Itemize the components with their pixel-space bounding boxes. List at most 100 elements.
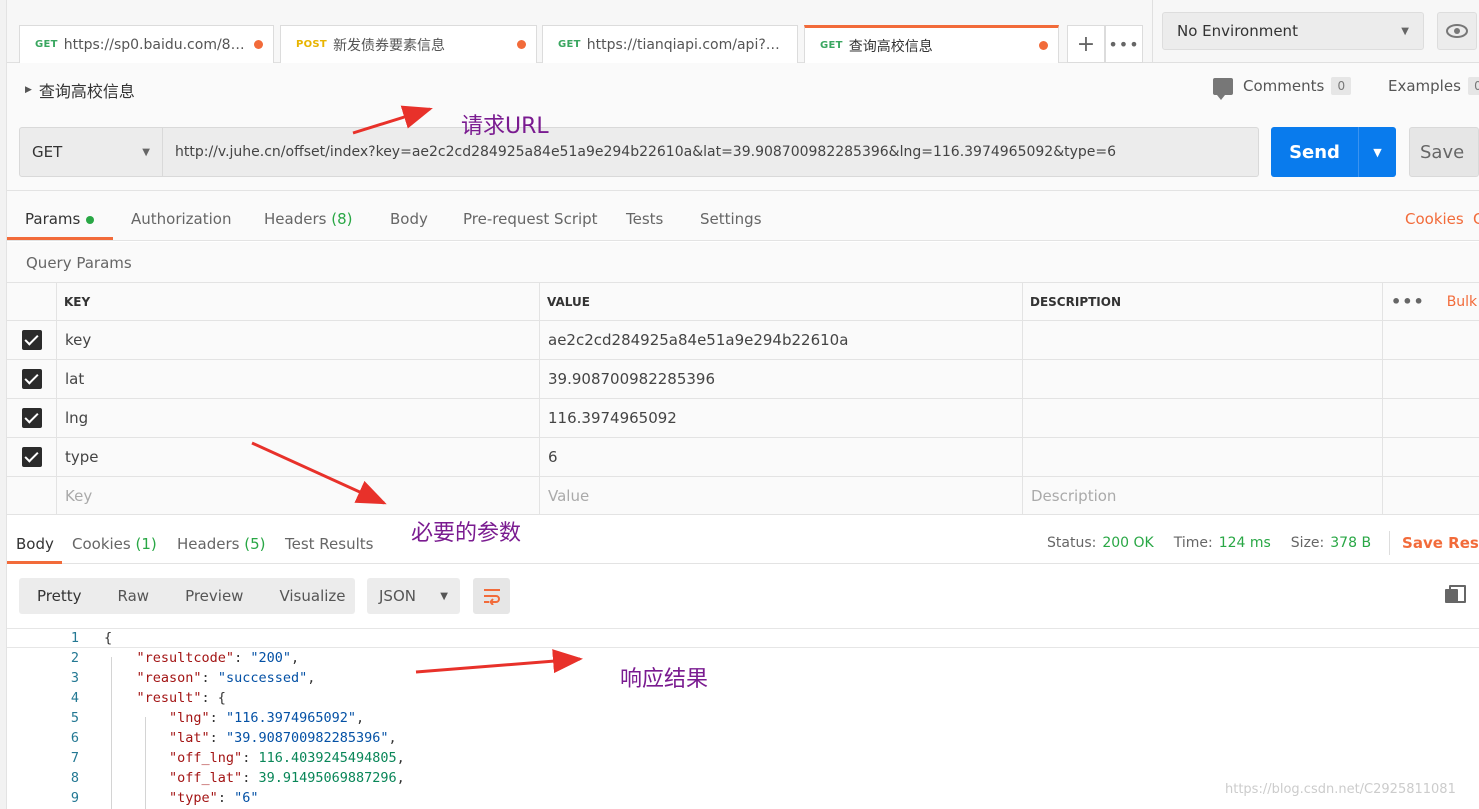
- code-line: 7 "off_lng": 116.4039245494805,: [7, 748, 1479, 768]
- param-description-cell[interactable]: [1022, 360, 1382, 398]
- param-value-cell[interactable]: 6: [539, 438, 1022, 476]
- status-label: Status:: [1047, 535, 1097, 551]
- format-pretty[interactable]: Pretty: [19, 587, 100, 605]
- params-header-actions: ••• Bulk E: [1382, 283, 1479, 320]
- line-number: 7: [70, 750, 79, 766]
- response-headers-label: Headers: [177, 535, 240, 553]
- save-button[interactable]: Save: [1409, 127, 1479, 177]
- param-value-cell[interactable]: 116.3974965092: [539, 399, 1022, 437]
- response-tab-headers[interactable]: Headers (5): [177, 535, 265, 553]
- new-description-input[interactable]: Description: [1022, 477, 1382, 515]
- param-checkbox[interactable]: [7, 321, 56, 359]
- code-text: "type": "6": [169, 790, 259, 806]
- unsaved-dot-icon: [1039, 41, 1048, 50]
- chevron-down-icon: ▼: [1401, 25, 1409, 37]
- code-line: 6 "lat": "39.908700982285396",: [7, 728, 1479, 748]
- param-extra-cell: [1382, 360, 1479, 398]
- new-value-input[interactable]: Value: [539, 477, 1022, 515]
- column-header-value: VALUE: [539, 283, 1022, 320]
- code-line: 5 "lng": "116.3974965092",: [7, 708, 1479, 728]
- language-select[interactable]: JSON ▼: [367, 578, 460, 614]
- tab-headers-label: Headers: [264, 210, 327, 228]
- tab-tests[interactable]: Tests: [626, 210, 663, 228]
- cookies-link[interactable]: Cookies: [1405, 210, 1464, 228]
- request-tab[interactable]: GET https://sp0.baidu.com/8aQD...: [19, 25, 274, 63]
- more-options-icon[interactable]: •••: [1391, 292, 1425, 311]
- param-key-cell[interactable]: lng: [56, 399, 539, 437]
- comments-button[interactable]: Comments 0: [1213, 77, 1352, 100]
- tab-prerequest-script[interactable]: Pre-request Script: [463, 210, 598, 228]
- tab-label: https://tianqiapi.com/api?ve...: [586, 36, 787, 53]
- chevron-down-icon: ▼: [440, 590, 448, 602]
- response-tab-cookies[interactable]: Cookies (1): [72, 535, 157, 553]
- request-name[interactable]: ▶ 查询高校信息: [25, 78, 135, 102]
- new-key-input[interactable]: Key: [56, 477, 539, 515]
- table-row: lat 39.908700982285396: [7, 360, 1479, 399]
- left-sidebar-edge: [0, 0, 7, 809]
- code-line: 1 {: [7, 628, 1479, 648]
- response-headers-count: (5): [244, 535, 266, 553]
- param-value-cell[interactable]: 39.908700982285396: [539, 360, 1022, 398]
- param-value-cell[interactable]: ae2c2cd284925a84e51a9e294b22610a: [539, 321, 1022, 359]
- environment-quick-look-eye-icon[interactable]: [1437, 12, 1477, 50]
- tab-params[interactable]: Params: [25, 210, 95, 228]
- environment-select[interactable]: No Environment ▼: [1162, 12, 1424, 50]
- request-tab[interactable]: POST 新发债券要素信息: [280, 25, 537, 63]
- size-label: Size:: [1290, 535, 1325, 551]
- code-link[interactable]: C: [1473, 210, 1479, 228]
- http-method-select[interactable]: GET ▼: [19, 127, 163, 177]
- param-key-cell[interactable]: lat: [56, 360, 539, 398]
- code-text: "off_lat": 39.91495069887296,: [169, 770, 405, 786]
- status-value: 200 OK: [1102, 535, 1154, 551]
- format-preview[interactable]: Preview: [167, 587, 261, 605]
- caret-right-icon: ▶: [25, 85, 32, 95]
- request-tab[interactable]: GET https://tianqiapi.com/api?ve...: [542, 25, 798, 63]
- param-checkbox[interactable]: [7, 399, 56, 437]
- param-description-cell[interactable]: [1022, 438, 1382, 476]
- watermark: https://blog.csdn.net/C2925811081: [1225, 782, 1456, 797]
- code-text: "resultcode": "200",: [136, 650, 300, 666]
- request-tab-active[interactable]: GET 查询高校信息: [804, 25, 1059, 63]
- param-description-cell[interactable]: [1022, 321, 1382, 359]
- param-checkbox[interactable]: [7, 360, 56, 398]
- bulk-edit-link[interactable]: Bulk E: [1447, 294, 1479, 310]
- format-raw[interactable]: Raw: [100, 587, 168, 605]
- time-label: Time:: [1173, 535, 1213, 551]
- new-tab-plus-icon[interactable]: +: [1067, 25, 1105, 63]
- wrap-lines-icon[interactable]: [473, 578, 510, 614]
- response-tab-test-results[interactable]: Test Results: [285, 535, 373, 553]
- column-header-key: KEY: [56, 283, 539, 320]
- url-input[interactable]: http://v.juhe.cn/offset/index?key=ae2c2c…: [163, 127, 1259, 177]
- http-method-value: GET: [32, 143, 63, 161]
- param-extra-cell: [1382, 438, 1479, 476]
- tab-headers[interactable]: Headers (8): [264, 210, 352, 228]
- tab-authorization[interactable]: Authorization: [131, 210, 231, 228]
- copy-icon[interactable]: [1445, 585, 1466, 603]
- tab-label: 查询高校信息: [848, 38, 933, 55]
- code-text: "off_lng": 116.4039245494805,: [169, 750, 405, 766]
- code-text: "lat": "39.908700982285396",: [169, 730, 397, 746]
- param-key-cell[interactable]: key: [56, 321, 539, 359]
- response-status-info: Status: 200 OK Time: 124 ms Size: 378 B …: [1047, 531, 1479, 555]
- line-number: 6: [70, 730, 79, 746]
- param-description-cell[interactable]: [1022, 399, 1382, 437]
- param-checkbox[interactable]: [7, 438, 56, 476]
- tab-body[interactable]: Body: [390, 210, 428, 228]
- param-key-cell[interactable]: type: [56, 438, 539, 476]
- table-row-new: Key Value Description: [7, 477, 1479, 516]
- send-options-chevron-down-icon[interactable]: ▼: [1358, 127, 1396, 177]
- tab-more-icon[interactable]: •••: [1105, 25, 1143, 63]
- format-toggle-group: Pretty Raw Preview Visualize: [19, 578, 355, 614]
- tab-settings[interactable]: Settings: [700, 210, 762, 228]
- unsaved-dot-icon: [517, 40, 526, 49]
- examples-count: 0: [1467, 77, 1479, 95]
- format-visualize[interactable]: Visualize: [261, 587, 363, 605]
- send-button[interactable]: Send: [1271, 127, 1358, 177]
- param-extra-cell: [1382, 477, 1479, 515]
- request-config-tabs: Params Authorization Headers (8) Body Pr…: [7, 191, 1479, 241]
- save-response-button[interactable]: Save Response: [1402, 534, 1479, 552]
- response-tab-body[interactable]: Body: [16, 535, 54, 553]
- line-number: 8: [70, 770, 79, 786]
- examples-button[interactable]: Examples 0: [1388, 77, 1479, 95]
- time-value: 124 ms: [1218, 535, 1271, 551]
